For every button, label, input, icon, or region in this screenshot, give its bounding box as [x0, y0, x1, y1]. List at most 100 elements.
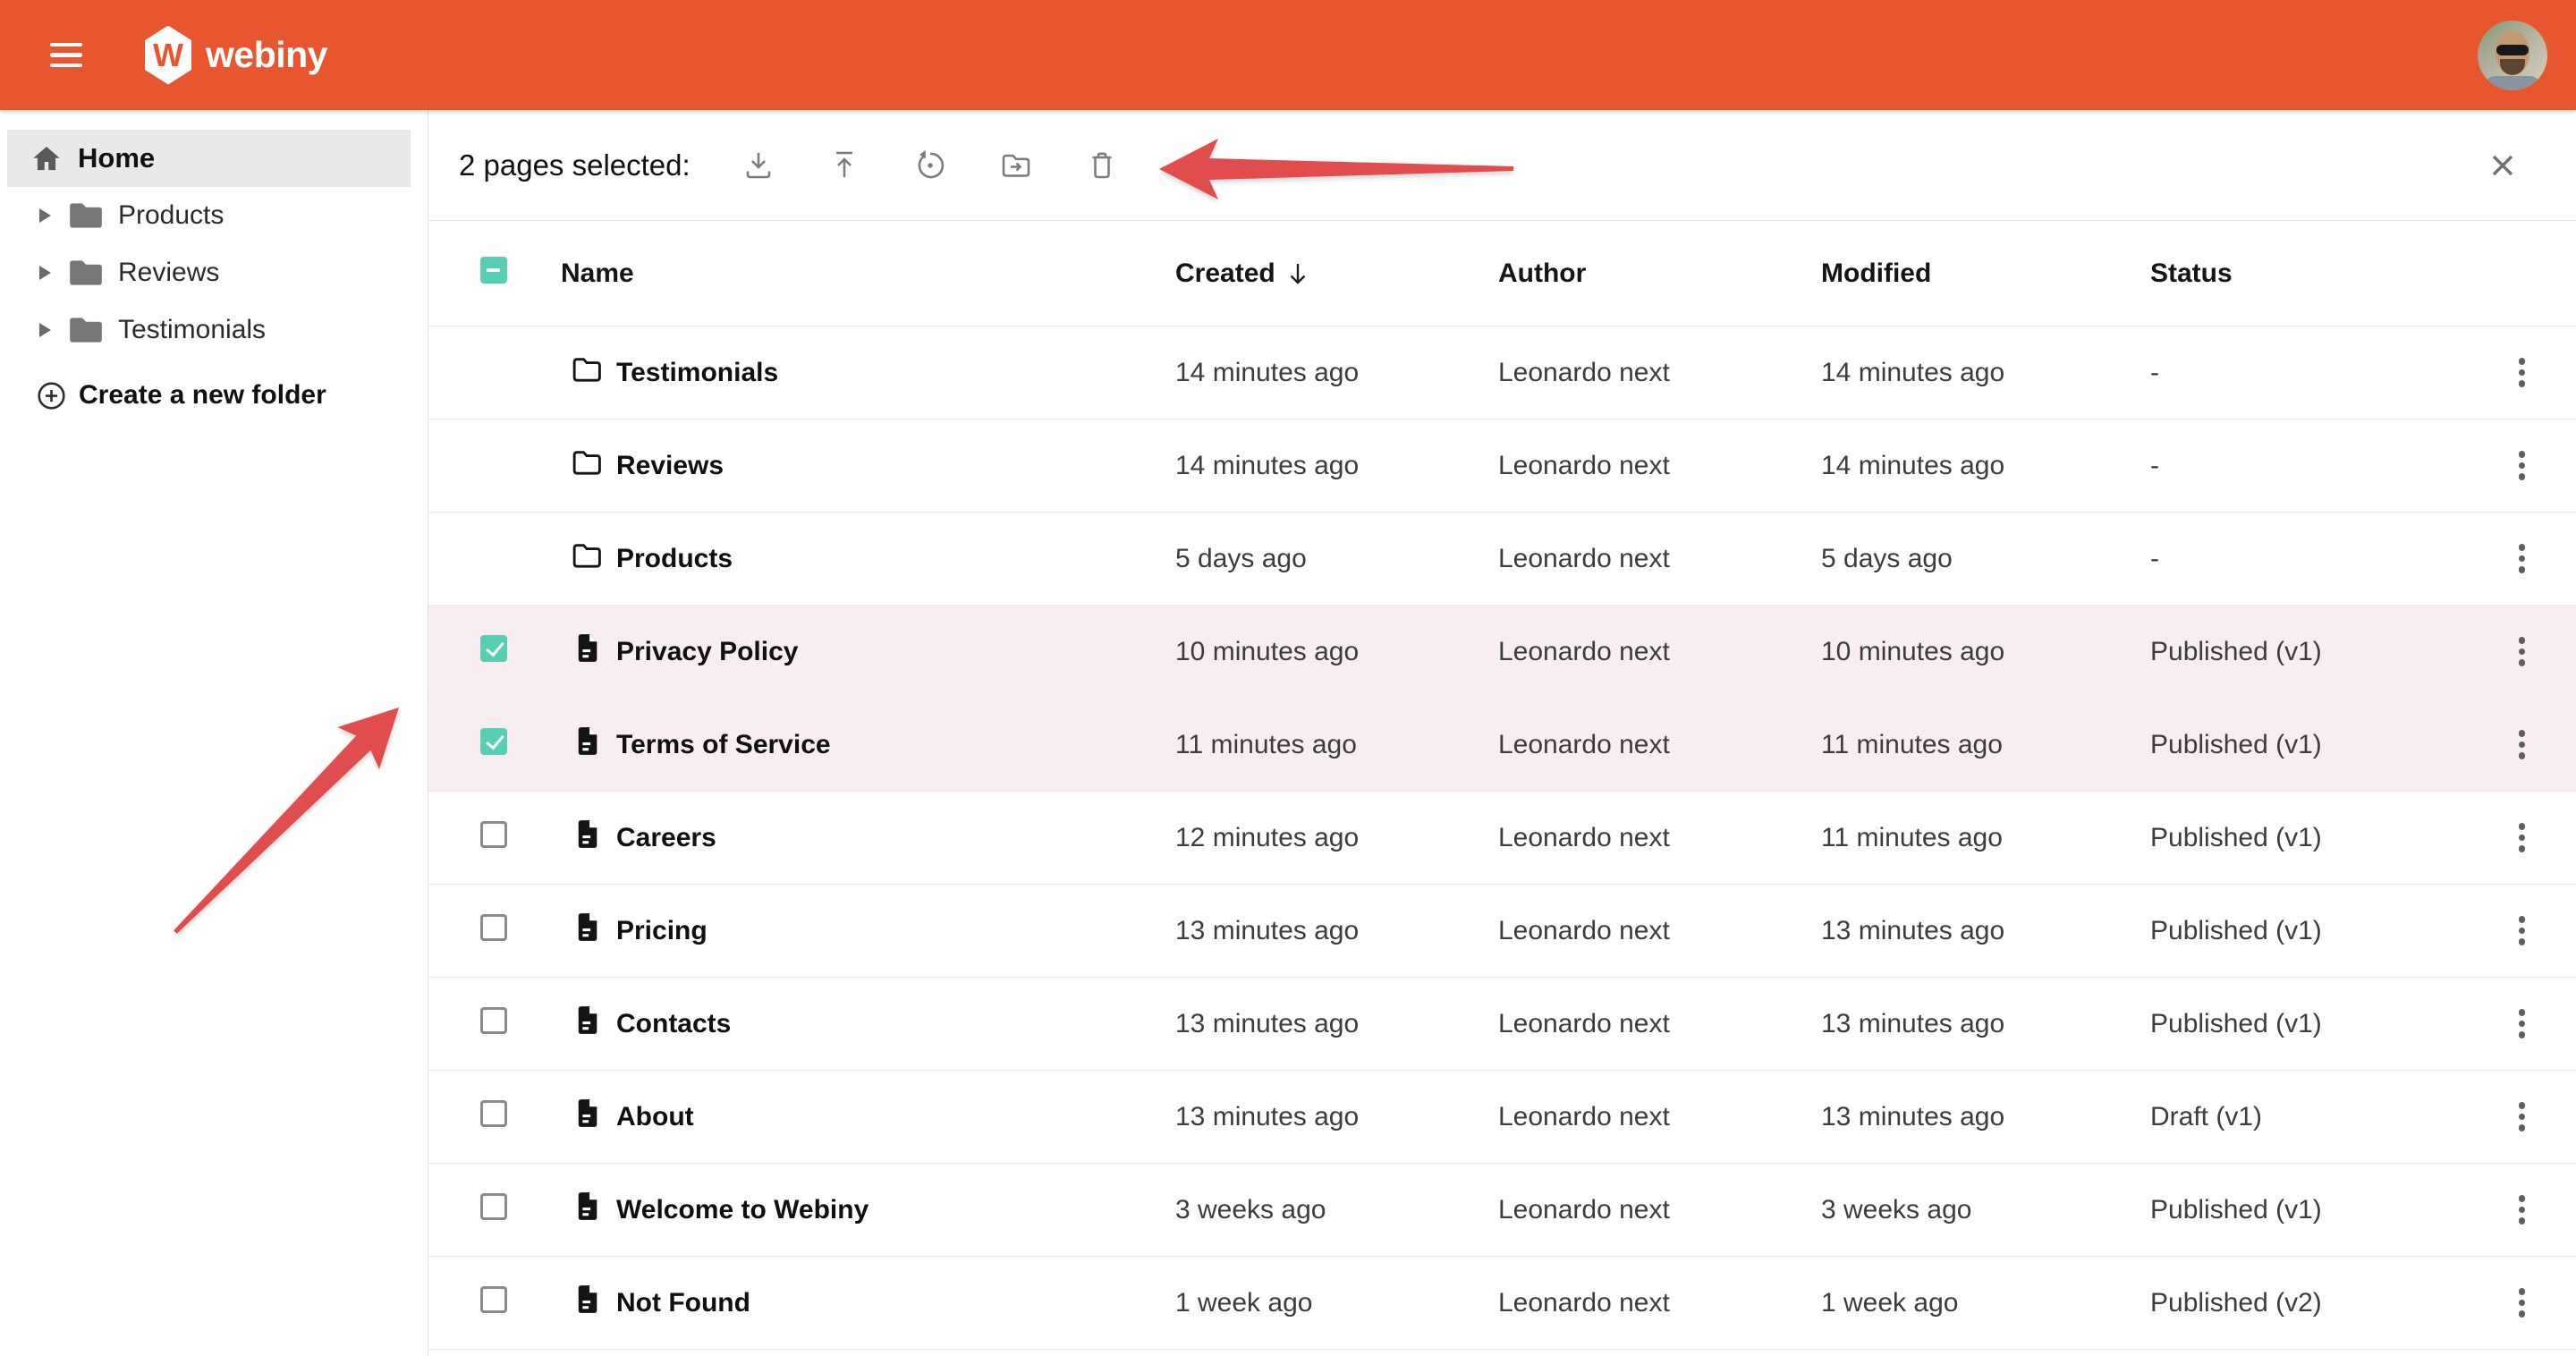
table-row[interactable]: Careers 12 minutes ago Leonardo next 11 …: [428, 792, 2576, 885]
row-name[interactable]: Careers: [616, 823, 716, 853]
avatar-beard: [2500, 59, 2525, 75]
row-menu-kebab-icon[interactable]: [2512, 444, 2533, 487]
row-name[interactable]: Reviews: [616, 451, 724, 481]
sidebar-folder-label: Testimonials: [118, 315, 266, 345]
row-created: 5 days ago: [1175, 544, 1498, 574]
row-name[interactable]: Privacy Policy: [616, 637, 798, 667]
column-header-name[interactable]: Name: [554, 258, 1175, 289]
row-modified: 13 minutes ago: [1821, 1102, 2150, 1132]
row-name[interactable]: About: [616, 1102, 694, 1132]
row-menu-kebab-icon[interactable]: [2512, 909, 2533, 953]
table-body: Testimonials 14 minutes ago Leonardo nex…: [428, 326, 2576, 1350]
hamburger-menu-icon[interactable]: [50, 43, 82, 68]
row-status: Published (v1): [2150, 916, 2468, 946]
caret-right-icon[interactable]: [39, 323, 51, 337]
delete-button[interactable]: [1080, 144, 1123, 187]
logo-letter: W: [153, 37, 183, 74]
row-author: Leonardo next: [1498, 544, 1821, 574]
row-menu-kebab-icon[interactable]: [2512, 816, 2533, 860]
row-created: 3 weeks ago: [1175, 1195, 1498, 1225]
row-name[interactable]: Testimonials: [616, 358, 778, 388]
row-menu-kebab-icon[interactable]: [2512, 1281, 2533, 1325]
row-modified: 13 minutes ago: [1821, 1009, 2150, 1039]
sidebar-folder-label: Reviews: [118, 258, 219, 288]
row-author: Leonardo next: [1498, 1102, 1821, 1132]
download-icon: [741, 148, 776, 183]
table-row[interactable]: Not Found 1 week ago Leonardo next 1 wee…: [428, 1257, 2576, 1350]
restore-icon: [912, 148, 948, 183]
row-name[interactable]: Not Found: [616, 1288, 750, 1318]
column-header-status[interactable]: Status: [2150, 258, 2468, 289]
row-menu-kebab-icon[interactable]: [2512, 537, 2533, 581]
row-checkbox[interactable]: [480, 1007, 507, 1034]
avatar-sunglasses: [2496, 45, 2529, 55]
row-name[interactable]: Products: [616, 544, 733, 574]
row-modified: 14 minutes ago: [1821, 358, 2150, 388]
row-checkbox[interactable]: [480, 1100, 507, 1127]
row-checkbox[interactable]: [480, 821, 507, 848]
row-menu-kebab-icon[interactable]: [2512, 723, 2533, 767]
sidebar-item-testimonials[interactable]: Testimonials: [0, 301, 428, 359]
row-created: 13 minutes ago: [1175, 1009, 1498, 1039]
caret-right-icon[interactable]: [39, 266, 51, 280]
row-menu-kebab-icon[interactable]: [2512, 351, 2533, 394]
create-folder-button[interactable]: Create a new folder: [0, 367, 428, 424]
table-row[interactable]: Pricing 13 minutes ago Leonardo next 13 …: [428, 885, 2576, 978]
row-author: Leonardo next: [1498, 451, 1821, 481]
row-checkbox[interactable]: [480, 728, 507, 755]
row-status: Draft (v1): [2150, 1102, 2468, 1132]
row-checkbox[interactable]: [480, 914, 507, 941]
row-author: Leonardo next: [1498, 823, 1821, 853]
move-to-folder-button[interactable]: [995, 144, 1038, 187]
row-menu-kebab-icon[interactable]: [2512, 1095, 2533, 1139]
row-name[interactable]: Terms of Service: [616, 730, 831, 760]
sidebar-item-products[interactable]: Products: [0, 187, 428, 244]
sidebar-item-reviews[interactable]: Reviews: [0, 244, 428, 301]
row-name[interactable]: Pricing: [616, 916, 708, 946]
table-row[interactable]: Welcome to Webiny 3 weeks ago Leonardo n…: [428, 1164, 2576, 1257]
row-name[interactable]: Welcome to Webiny: [616, 1195, 869, 1225]
row-type-icon: [570, 818, 603, 858]
download-button[interactable]: [737, 144, 780, 187]
close-selection-button[interactable]: [2481, 144, 2524, 187]
table-row[interactable]: About 13 minutes ago Leonardo next 13 mi…: [428, 1071, 2576, 1164]
row-checkbox[interactable]: [480, 1286, 507, 1313]
row-type-icon: [570, 911, 603, 951]
bulk-actions-toolbar: 2 pages selected:: [428, 110, 2576, 221]
row-menu-kebab-icon[interactable]: [2512, 630, 2533, 674]
row-name[interactable]: Contacts: [616, 1009, 731, 1039]
column-header-modified[interactable]: Modified: [1821, 258, 2150, 289]
row-status: -: [2150, 451, 2468, 481]
create-folder-label: Create a new folder: [79, 380, 326, 411]
delete-icon: [1084, 148, 1120, 183]
home-icon: [30, 141, 64, 175]
avatar-shirt: [2486, 76, 2539, 90]
publish-button[interactable]: [823, 144, 866, 187]
row-menu-kebab-icon[interactable]: [2512, 1188, 2533, 1232]
table-row[interactable]: Privacy Policy 10 minutes ago Leonardo n…: [428, 606, 2576, 699]
brand-wordmark: webiny: [206, 34, 327, 76]
sidebar-item-home[interactable]: Home: [7, 130, 411, 187]
row-menu-kebab-icon[interactable]: [2512, 1002, 2533, 1046]
caret-right-icon[interactable]: [39, 208, 51, 223]
row-author: Leonardo next: [1498, 637, 1821, 667]
column-header-created[interactable]: Created: [1175, 258, 1498, 289]
row-created: 10 minutes ago: [1175, 637, 1498, 667]
table-row[interactable]: Terms of Service 11 minutes ago Leonardo…: [428, 699, 2576, 792]
table-row[interactable]: Contacts 13 minutes ago Leonardo next 13…: [428, 978, 2576, 1071]
restore-button[interactable]: [909, 144, 952, 187]
row-type-icon: [570, 352, 603, 393]
app-bar: W webiny: [0, 0, 2576, 110]
main-content: 2 pages selected:: [428, 110, 2576, 1356]
row-checkbox[interactable]: [480, 635, 507, 662]
row-checkbox[interactable]: [480, 1193, 507, 1220]
folder-icon: [67, 314, 105, 346]
table-row[interactable]: Testimonials 14 minutes ago Leonardo nex…: [428, 326, 2576, 420]
select-all-checkbox[interactable]: [480, 257, 507, 284]
table-row[interactable]: Reviews 14 minutes ago Leonardo next 14 …: [428, 420, 2576, 513]
table-row[interactable]: Products 5 days ago Leonardo next 5 days…: [428, 513, 2576, 606]
row-type-icon: [570, 1190, 603, 1230]
publish-icon: [826, 148, 862, 183]
column-header-author[interactable]: Author: [1498, 258, 1821, 289]
user-avatar[interactable]: [2478, 21, 2547, 90]
